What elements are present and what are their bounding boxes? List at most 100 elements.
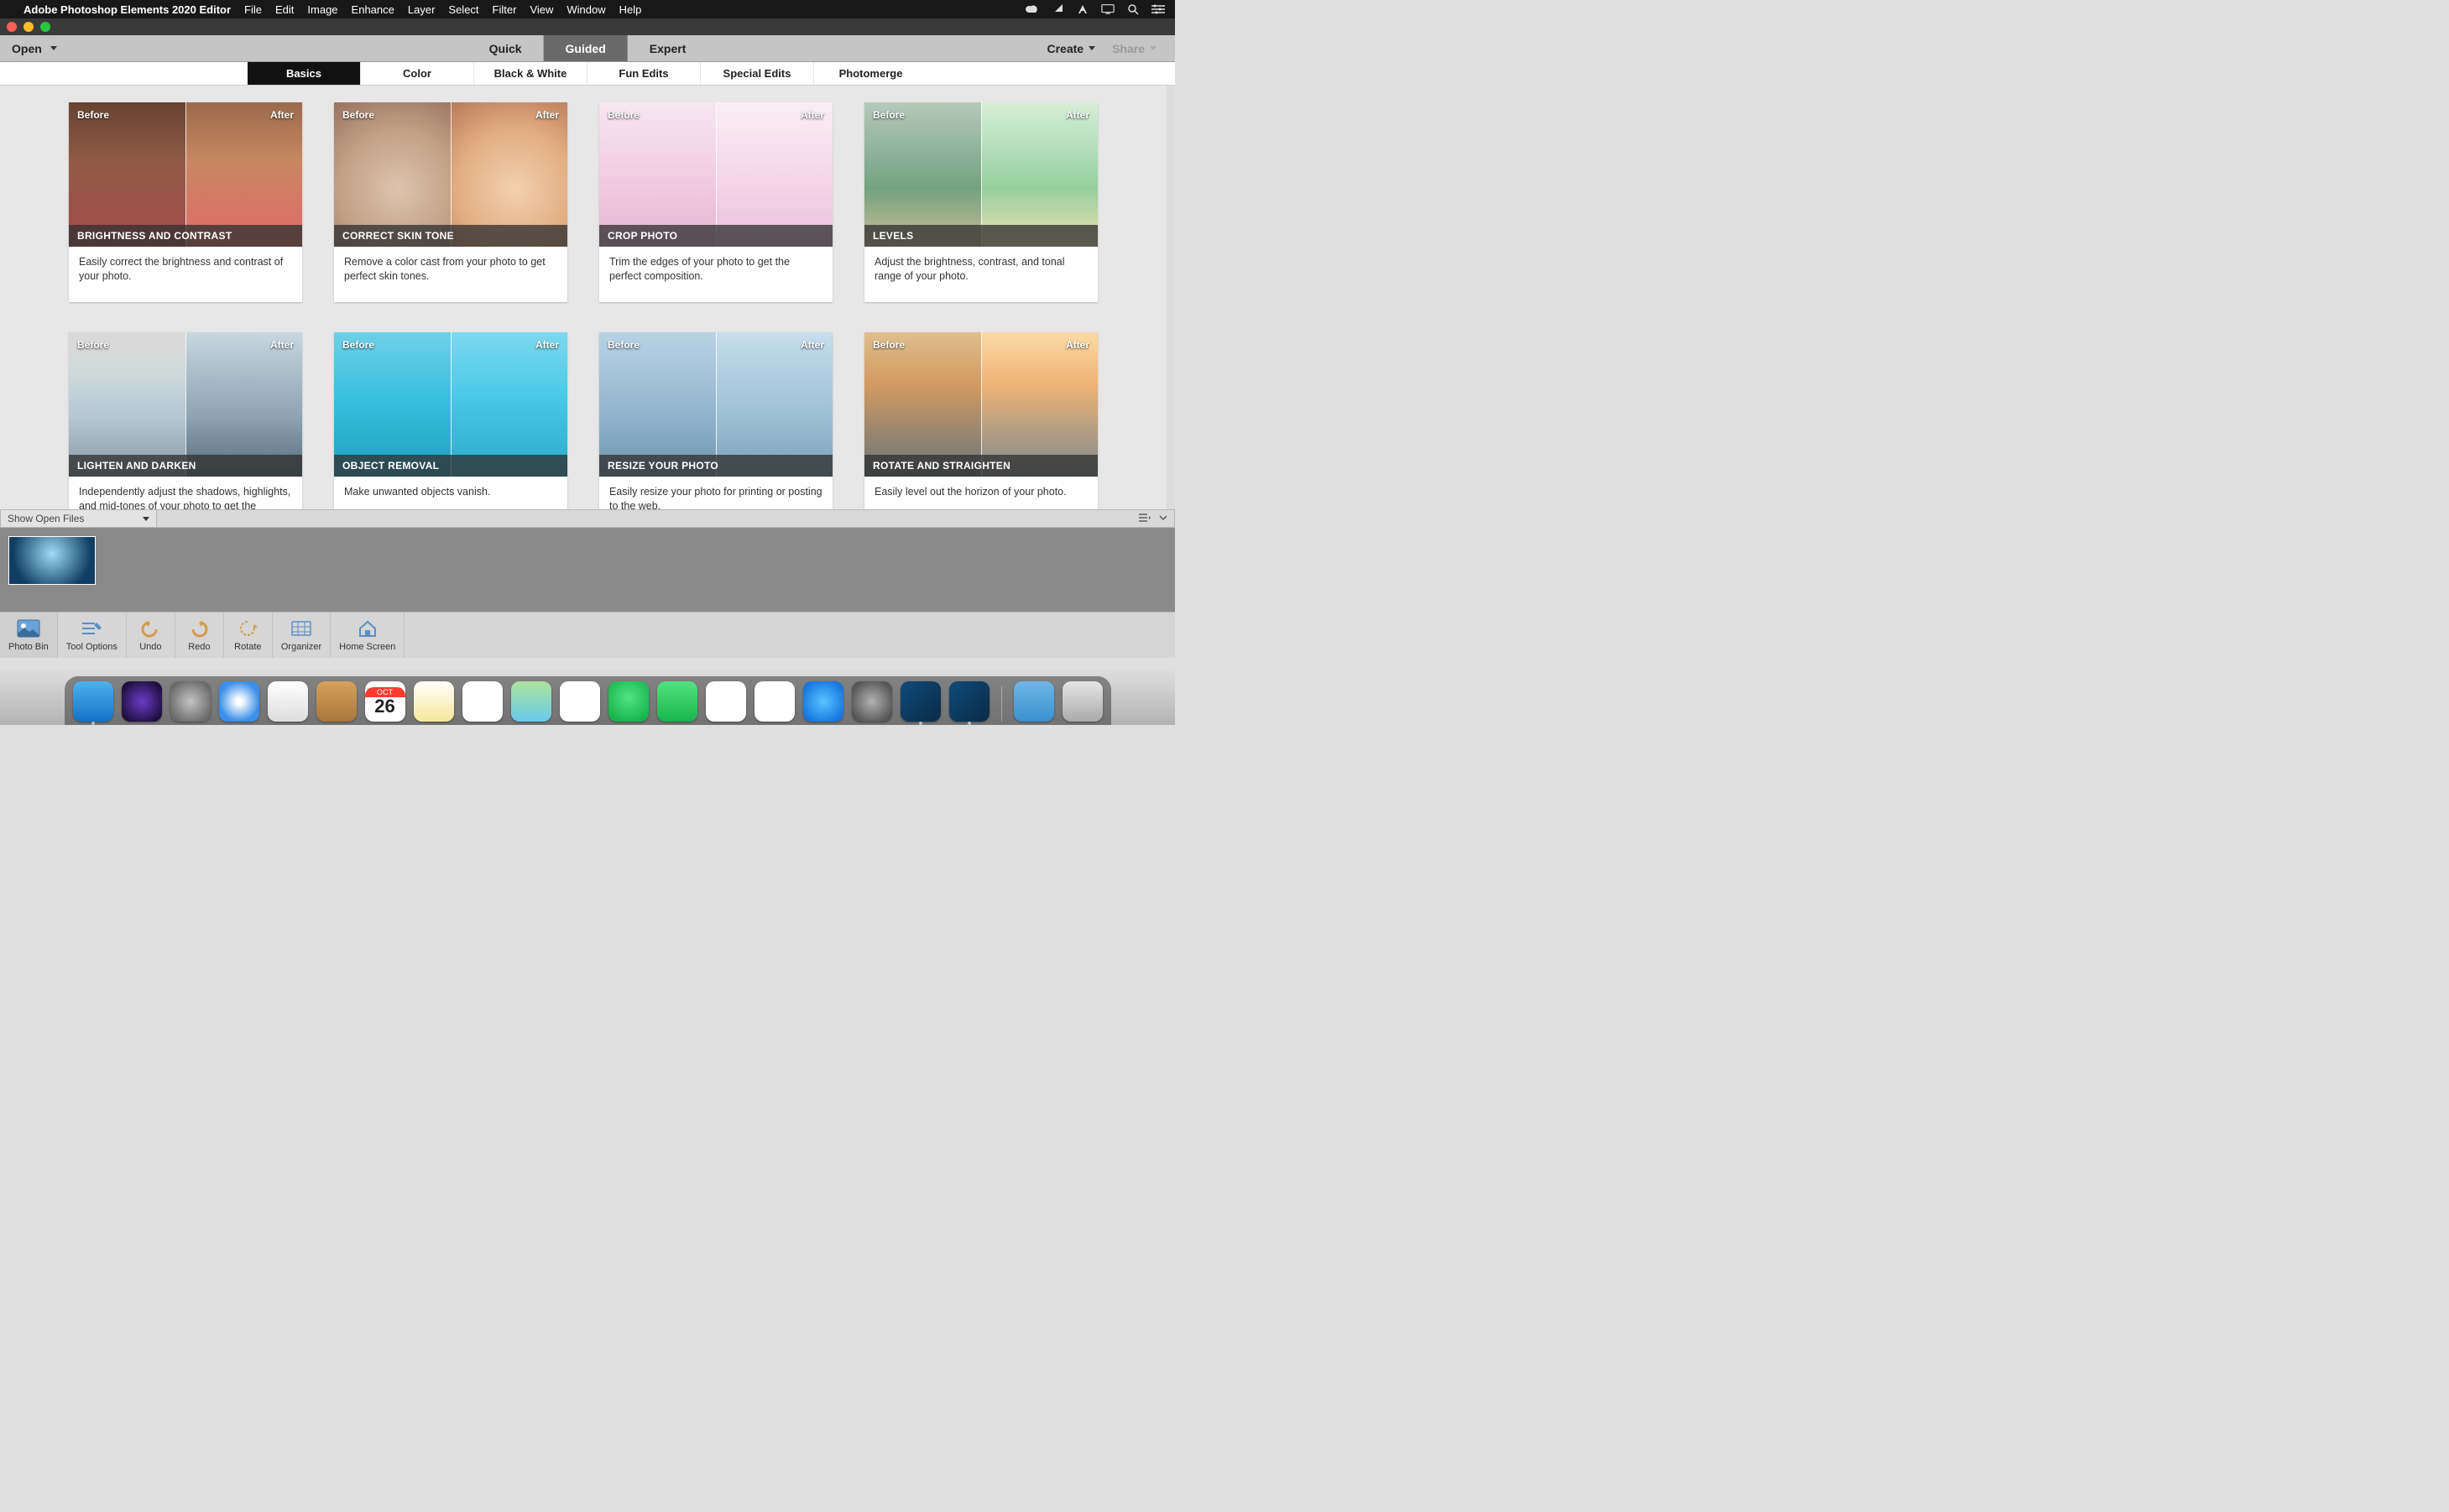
category-tab-special-edits[interactable]: Special Edits bbox=[701, 62, 814, 85]
guided-edit-card[interactable]: Before After LIGHTEN AND DARKEN Independ… bbox=[69, 332, 302, 509]
input-menu-icon[interactable] bbox=[1076, 3, 1089, 16]
macos-dock-area: OCT 26 bbox=[0, 668, 1175, 725]
share-menu-button[interactable]: Share bbox=[1105, 42, 1163, 55]
display-icon[interactable] bbox=[1101, 3, 1115, 16]
dock-music-icon[interactable] bbox=[755, 681, 795, 722]
photo-bin-filter-dropdown[interactable]: Show Open Files bbox=[1, 510, 157, 527]
list-options-icon[interactable] bbox=[1139, 513, 1151, 524]
guided-content-area[interactable]: Before After BRIGHTNESS AND CONTRAST Eas… bbox=[0, 86, 1175, 509]
guided-edit-card[interactable]: Before After LEVELS Adjust the brightnes… bbox=[864, 102, 1098, 302]
card-description: Adjust the brightness, contrast, and ton… bbox=[864, 247, 1098, 294]
dock-finder-icon[interactable] bbox=[73, 681, 113, 722]
dock-contacts-icon[interactable] bbox=[316, 681, 357, 722]
dock-maps-icon[interactable] bbox=[511, 681, 551, 722]
rotate-icon bbox=[236, 617, 259, 640]
dock-siri-icon[interactable] bbox=[122, 681, 162, 722]
dock-safari-icon[interactable] bbox=[219, 681, 259, 722]
category-tab-color[interactable]: Color bbox=[361, 62, 474, 85]
photo-bin-thumbnail[interactable] bbox=[8, 536, 96, 585]
redo-button[interactable]: Redo bbox=[175, 613, 224, 658]
category-tab-photomerge[interactable]: Photomerge bbox=[814, 62, 927, 85]
open-menu-button[interactable]: Open bbox=[0, 35, 69, 61]
share-label: Share bbox=[1112, 42, 1145, 55]
dock-notes-icon[interactable] bbox=[414, 681, 454, 722]
dock-messages-icon[interactable] bbox=[608, 681, 649, 722]
window-close-button[interactable] bbox=[7, 22, 17, 32]
card-preview: Before After LIGHTEN AND DARKEN bbox=[69, 332, 302, 477]
dock-mail-icon[interactable] bbox=[268, 681, 308, 722]
card-title: CORRECT SKIN TONE bbox=[334, 225, 567, 247]
guided-category-tabs: Basics Color Black & White Fun Edits Spe… bbox=[0, 62, 1175, 86]
card-preview: Before After ROTATE AND STRAIGHTEN bbox=[864, 332, 1098, 477]
dock-downloads-icon[interactable] bbox=[1014, 681, 1054, 722]
dock-reminders-icon[interactable] bbox=[462, 681, 503, 722]
dock-news-icon[interactable] bbox=[706, 681, 746, 722]
card-title: OBJECT REMOVAL bbox=[334, 455, 567, 477]
dock-pse-editor-icon[interactable] bbox=[949, 681, 990, 722]
menu-layer[interactable]: Layer bbox=[408, 3, 436, 16]
dock-launchpad-icon[interactable] bbox=[170, 681, 211, 722]
mode-tab-guided[interactable]: Guided bbox=[544, 35, 628, 61]
control-center-icon[interactable] bbox=[1151, 3, 1165, 16]
category-tab-fun-edits[interactable]: Fun Edits bbox=[587, 62, 701, 85]
menubar-app-name[interactable]: Adobe Photoshop Elements 2020 Editor bbox=[23, 3, 231, 16]
menu-image[interactable]: Image bbox=[307, 3, 337, 16]
card-description: Trim the edges of your photo to get the … bbox=[599, 247, 833, 294]
photo-bin-button[interactable]: Photo Bin bbox=[0, 613, 58, 658]
after-label: After bbox=[1066, 339, 1089, 351]
guided-edit-card[interactable]: Before After ROTATE AND STRAIGHTEN Easil… bbox=[864, 332, 1098, 509]
panel-menu-chevron-icon[interactable] bbox=[1159, 513, 1167, 524]
menu-edit[interactable]: Edit bbox=[275, 3, 294, 16]
menu-help[interactable]: Help bbox=[619, 3, 642, 16]
chevron-down-icon bbox=[143, 517, 149, 521]
menu-window[interactable]: Window bbox=[567, 3, 605, 16]
menu-file[interactable]: File bbox=[244, 3, 262, 16]
dock-photos-icon[interactable] bbox=[560, 681, 600, 722]
chevron-down-icon bbox=[1089, 46, 1095, 50]
card-title: LIGHTEN AND DARKEN bbox=[69, 455, 302, 477]
after-label: After bbox=[535, 339, 559, 351]
guided-edit-card[interactable]: Before After RESIZE YOUR PHOTO Easily re… bbox=[599, 332, 833, 509]
after-label: After bbox=[1066, 109, 1089, 121]
menu-select[interactable]: Select bbox=[448, 3, 478, 16]
dock-calendar-icon[interactable]: OCT 26 bbox=[365, 681, 405, 722]
undo-button[interactable]: Undo bbox=[127, 613, 175, 658]
dock-trash-icon[interactable] bbox=[1063, 681, 1103, 722]
menu-enhance[interactable]: Enhance bbox=[352, 3, 394, 16]
window-minimize-button[interactable] bbox=[23, 22, 34, 32]
guided-edit-card[interactable]: Before After CORRECT SKIN TONE Remove a … bbox=[334, 102, 567, 302]
dock-pse-organizer-icon[interactable] bbox=[901, 681, 941, 722]
window-zoom-button[interactable] bbox=[40, 22, 50, 32]
chevron-down-icon bbox=[50, 46, 57, 50]
card-preview: Before After OBJECT REMOVAL bbox=[334, 332, 567, 477]
after-label: After bbox=[801, 109, 824, 121]
mode-tab-expert[interactable]: Expert bbox=[628, 35, 708, 61]
home-screen-button[interactable]: Home Screen bbox=[331, 613, 405, 658]
notifications-icon[interactable] bbox=[1051, 3, 1064, 16]
mode-tab-quick[interactable]: Quick bbox=[467, 35, 544, 61]
rotate-button[interactable]: Rotate bbox=[224, 613, 273, 658]
spotlight-search-icon[interactable] bbox=[1126, 3, 1140, 16]
dock-appstore-icon[interactable] bbox=[803, 681, 843, 722]
menu-filter[interactable]: Filter bbox=[493, 3, 517, 16]
before-label: Before bbox=[608, 339, 640, 351]
creative-cloud-icon[interactable] bbox=[1026, 3, 1039, 16]
card-title: CROP PHOTO bbox=[599, 225, 833, 247]
organizer-button[interactable]: Organizer bbox=[273, 613, 331, 658]
create-menu-button[interactable]: Create bbox=[1040, 42, 1102, 55]
before-label: Before bbox=[342, 339, 374, 351]
after-label: After bbox=[270, 339, 294, 351]
card-preview: Before After RESIZE YOUR PHOTO bbox=[599, 332, 833, 477]
guided-edit-card[interactable]: Before After CROP PHOTO Trim the edges o… bbox=[599, 102, 833, 302]
guided-edit-card[interactable]: Before After OBJECT REMOVAL Make unwante… bbox=[334, 332, 567, 509]
before-label: Before bbox=[342, 109, 374, 121]
photo-bin-filter-label: Show Open Files bbox=[8, 513, 84, 524]
after-label: After bbox=[270, 109, 294, 121]
tool-options-button[interactable]: Tool Options bbox=[58, 613, 127, 658]
menu-view[interactable]: View bbox=[530, 3, 553, 16]
category-tab-black-white[interactable]: Black & White bbox=[474, 62, 587, 85]
category-tab-basics[interactable]: Basics bbox=[248, 62, 361, 85]
dock-facetime-icon[interactable] bbox=[657, 681, 697, 722]
guided-edit-card[interactable]: Before After BRIGHTNESS AND CONTRAST Eas… bbox=[69, 102, 302, 302]
dock-system-preferences-icon[interactable] bbox=[852, 681, 892, 722]
